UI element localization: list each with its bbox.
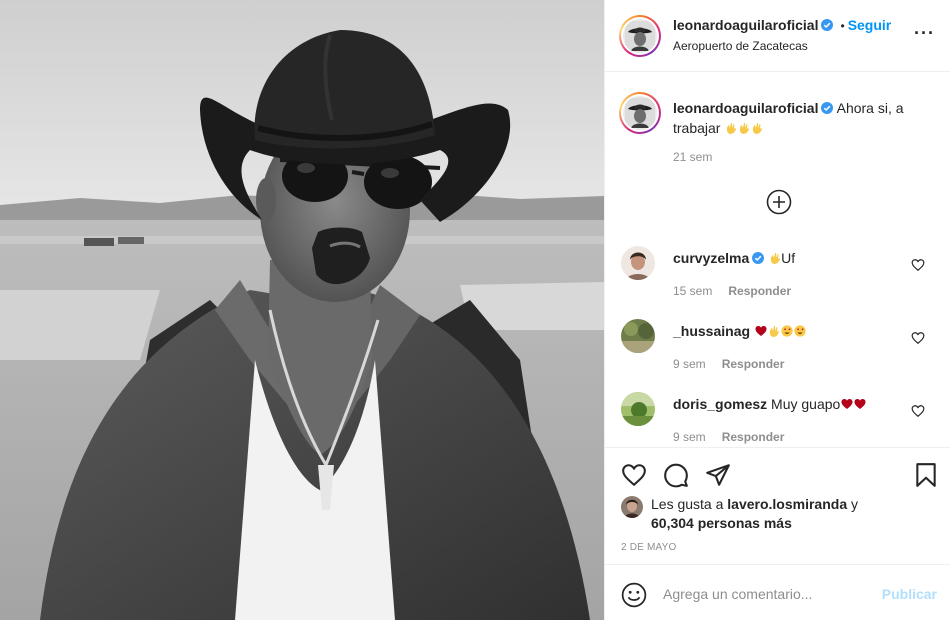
avatar-image <box>625 21 655 51</box>
comment-text-block: curvyzelma Uf <box>673 250 795 266</box>
verified-badge-icon <box>821 102 834 114</box>
reply-button[interactable]: Responder <box>722 357 785 371</box>
comment-username[interactable]: curvyzelma <box>673 250 749 266</box>
separator-dot: • <box>840 19 845 33</box>
avatar-image <box>625 98 655 128</box>
caption-text-block: leonardoaguilaroficial Ahora si, a traba… <box>673 98 933 138</box>
likes-prefix: Les gusta a <box>651 496 728 512</box>
likes-others-count[interactable]: 60,304 personas más <box>651 514 792 533</box>
heart-eyes-icon <box>781 325 793 337</box>
instagram-post-modal: leonardoaguilaroficial • Seguir Aeropuerto… <box>0 0 950 620</box>
comment-item: _hussainag 9 sem Responder <box>605 319 950 383</box>
avatar-image <box>621 246 655 280</box>
comment-avatar[interactable] <box>621 246 655 280</box>
author-line: leonardoaguilaroficial • Seguir <box>673 17 891 33</box>
like-comment-heart-icon[interactable] <box>911 331 925 345</box>
clap-icon <box>753 123 763 134</box>
heart-red-icon <box>841 399 853 409</box>
liker-avatar[interactable] <box>621 496 643 518</box>
post-header: leonardoaguilaroficial • Seguir Aeropuerto… <box>605 0 950 72</box>
comment-item: curvyzelma Uf 15 sem Responder <box>605 246 950 310</box>
comment-text-block: _hussainag <box>673 323 806 339</box>
save-bookmark-icon[interactable] <box>913 462 939 488</box>
caption-timestamp[interactable]: 21 sem <box>673 150 712 164</box>
post-location[interactable]: Aeropuerto de Zacatecas <box>673 39 808 53</box>
load-more-comments-icon[interactable] <box>766 189 792 215</box>
follow-button[interactable]: Seguir <box>848 17 892 33</box>
clap-icon <box>727 123 737 134</box>
reply-button[interactable]: Responder <box>722 430 785 444</box>
like-comment-heart-icon[interactable] <box>911 258 925 272</box>
like-heart-icon[interactable] <box>621 462 647 488</box>
liker-username[interactable]: lavero.losmiranda <box>727 496 847 512</box>
comment-bubble-icon[interactable] <box>663 462 689 488</box>
avatar-image <box>621 496 643 518</box>
author-avatar[interactable] <box>619 15 661 57</box>
likes-line-1: Les gusta a lavero.losmiranda y <box>651 495 858 514</box>
comment-input[interactable] <box>663 583 873 605</box>
caption-author-avatar[interactable] <box>619 92 661 134</box>
likes-joiner: y <box>847 496 858 512</box>
author-username[interactable]: leonardoaguilaroficial <box>673 17 818 33</box>
comment-meta: 9 sem Responder <box>673 357 784 371</box>
comment-meta: 15 sem Responder <box>673 284 791 298</box>
verified-badge-icon <box>752 252 765 264</box>
post-photo-artwork <box>0 0 604 620</box>
post-actions: Les gusta a lavero.losmiranda y 60,304 p… <box>605 447 950 620</box>
comment-text-block: doris_gomesz Muy guapo <box>673 396 866 412</box>
post-photo[interactable] <box>0 0 604 620</box>
caption-username[interactable]: leonardoaguilaroficial <box>673 100 818 116</box>
heart-red-icon <box>854 399 866 409</box>
comment-text: Muy guapo <box>771 396 841 412</box>
clap-icon <box>769 326 779 337</box>
comment-timestamp[interactable]: 15 sem <box>673 284 712 298</box>
emoji-smile-icon[interactable] <box>621 582 647 608</box>
comment-timestamp[interactable]: 9 sem <box>673 357 706 371</box>
post-side-panel: leonardoaguilaroficial • Seguir Aeropuerto… <box>604 0 950 620</box>
comment-meta: 9 sem Responder <box>673 430 784 444</box>
more-horizontal-icon[interactable]: ··· <box>914 24 935 42</box>
comment-avatar[interactable] <box>621 392 655 426</box>
reply-button[interactable]: Responder <box>728 284 791 298</box>
clap-icon <box>771 253 781 264</box>
verified-badge-icon <box>821 19 834 31</box>
share-paper-plane-icon[interactable] <box>705 462 731 488</box>
comment-username[interactable]: doris_gomesz <box>673 396 767 412</box>
like-comment-heart-icon[interactable] <box>911 404 925 418</box>
publish-button[interactable]: Publicar <box>882 586 937 602</box>
add-comment-bar: Publicar <box>605 564 950 620</box>
heart-red-icon <box>755 326 767 336</box>
avatar-image <box>621 319 655 353</box>
clap-icon <box>740 123 750 134</box>
comment-avatar[interactable] <box>621 319 655 353</box>
comment-timestamp[interactable]: 9 sem <box>673 430 706 444</box>
post-date[interactable]: 2 DE MAYO <box>621 542 677 553</box>
avatar-image <box>621 392 655 426</box>
comment-text: Uf <box>781 250 796 266</box>
comment-username[interactable]: _hussainag <box>673 323 750 339</box>
heart-eyes-icon <box>794 325 806 337</box>
